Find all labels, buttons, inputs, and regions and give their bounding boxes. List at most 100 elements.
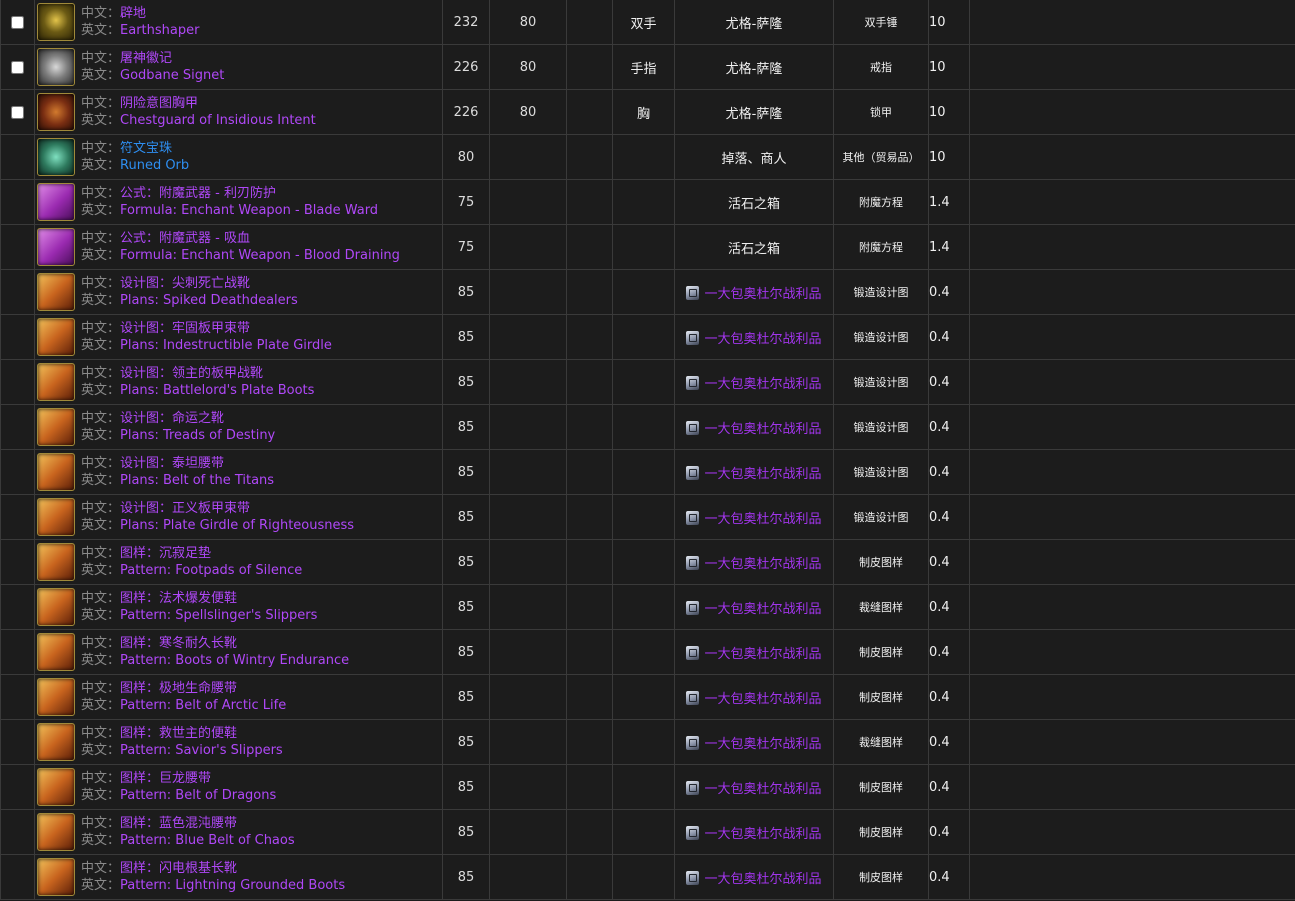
item-name-en[interactable]: Pattern: Boots of Wintry Endurance [120, 653, 349, 668]
drop-rate: 0.4 [928, 674, 970, 720]
item-name-cn[interactable]: 公式：附魔武器 - 吸血 [120, 231, 250, 246]
bag-icon [686, 690, 700, 705]
runed-orb-icon[interactable] [37, 138, 75, 176]
source-link[interactable]: 一大包奥杜尔战利品 [704, 737, 821, 752]
source-link[interactable]: 一大包奥杜尔战利品 [704, 377, 821, 392]
item-name-cn[interactable]: 图样：巨龙腰带 [120, 771, 211, 786]
item-name-en[interactable]: Plans: Plate Girdle of Righteousness [120, 518, 354, 533]
source-link[interactable]: 一大包奥杜尔战利品 [704, 512, 821, 527]
item-name-en[interactable]: Chestguard of Insidious Intent [120, 113, 316, 128]
pattern-icon[interactable] [37, 588, 75, 626]
item-name-cn[interactable]: 设计图：正义板甲束带 [120, 501, 250, 516]
item-name-cn[interactable]: 图样：极地生命腰带 [120, 681, 237, 696]
item-name-en[interactable]: Pattern: Lightning Grounded Boots [120, 878, 345, 893]
item-name-en[interactable]: Formula: Enchant Weapon - Blade Ward [120, 203, 378, 218]
drop-rate: 0.4 [928, 494, 970, 540]
item-name-cn[interactable]: 设计图：泰坦腰带 [120, 456, 224, 471]
cn-label: 中文： [81, 51, 121, 66]
plans-icon[interactable] [37, 273, 75, 311]
pattern-icon[interactable] [37, 678, 75, 716]
item-name-en[interactable]: Pattern: Belt of Arctic Life [120, 698, 286, 713]
item-slot [612, 854, 675, 900]
item-name-cn[interactable]: 图样：救世主的便鞋 [120, 726, 237, 741]
item-name-cn[interactable]: 图样：寒冬耐久长靴 [120, 636, 237, 651]
source-link[interactable]: 一大包奥杜尔战利品 [704, 287, 821, 302]
row-select-checkbox[interactable] [11, 15, 24, 29]
pattern-icon[interactable] [37, 813, 75, 851]
item-name-cn[interactable]: 阴险意图胸甲 [120, 96, 198, 111]
item-name-cn[interactable]: 符文宝珠 [120, 141, 172, 156]
item-name-en[interactable]: Earthshaper [120, 23, 199, 38]
item-name-en[interactable]: Pattern: Spellslinger's Slippers [120, 608, 317, 623]
pattern-icon[interactable] [37, 543, 75, 581]
item-name-cn[interactable]: 图样：闪电根基长靴 [120, 861, 237, 876]
source-link[interactable]: 一大包奥杜尔战利品 [704, 332, 821, 347]
earthshaper-mace-icon[interactable] [37, 3, 75, 41]
source-link[interactable]: 一大包奥杜尔战利品 [704, 602, 821, 617]
item-name-en[interactable]: Plans: Belt of the Titans [120, 473, 274, 488]
item-name-cn[interactable]: 屠神徽记 [120, 51, 172, 66]
source-link[interactable]: 一大包奥杜尔战利品 [704, 782, 821, 797]
table-row: 中文：设计图：泰坦腰带 英文：Plans: Belt of the Titans 8… [0, 449, 1295, 495]
bag-icon [686, 555, 700, 570]
source-link[interactable]: 一大包奥杜尔战利品 [704, 557, 821, 572]
item-name-en[interactable]: Plans: Indestructible Plate Girdle [120, 338, 332, 353]
ring-icon[interactable] [37, 48, 75, 86]
source-link[interactable]: 一大包奥杜尔战利品 [704, 467, 821, 482]
item-name-en[interactable]: Plans: Treads of Destiny [120, 428, 275, 443]
row-select-checkbox[interactable] [11, 60, 24, 74]
pattern-icon[interactable] [37, 858, 75, 896]
item-name-cn[interactable]: 设计图：领主的板甲战靴 [120, 366, 263, 381]
item-name-en[interactable]: Pattern: Blue Belt of Chaos [120, 833, 295, 848]
plans-icon[interactable] [37, 498, 75, 536]
pattern-icon[interactable] [37, 723, 75, 761]
item-name-en[interactable]: Pattern: Savior's Slippers [120, 743, 283, 758]
item-name-cell: 中文：图样：法术爆发便鞋 英文：Pattern: Spellslinger's S… [34, 584, 443, 630]
item-name-en[interactable]: Plans: Battlelord's Plate Boots [120, 383, 314, 398]
source-link[interactable]: 一大包奥杜尔战利品 [704, 422, 821, 437]
item-category: 戒指 [833, 44, 929, 90]
pattern-icon[interactable] [37, 633, 75, 671]
item-name-en[interactable]: Formula: Enchant Weapon - Blood Draining [120, 248, 400, 263]
item-name-cn[interactable]: 设计图：牢固板甲束带 [120, 321, 250, 336]
pattern-icon[interactable] [37, 768, 75, 806]
formula-icon[interactable] [37, 228, 75, 266]
row-select-checkbox[interactable] [11, 105, 24, 119]
item-name-en[interactable]: Plans: Spiked Deathdealers [120, 293, 298, 308]
source-link[interactable]: 一大包奥杜尔战利品 [704, 872, 821, 887]
select-cell [0, 179, 35, 225]
item-name-cell: 中文：辟地 英文：Earthshaper [34, 0, 443, 45]
drop-rate: 1.4 [928, 179, 970, 225]
source-link[interactable]: 一大包奥杜尔战利品 [704, 692, 821, 707]
en-label: 英文： [81, 383, 121, 398]
item-name-cn[interactable]: 设计图：命运之靴 [120, 411, 224, 426]
empty-cell [566, 44, 613, 90]
plans-icon[interactable] [37, 408, 75, 446]
item-name-en[interactable]: Pattern: Belt of Dragons [120, 788, 276, 803]
item-name-cn[interactable]: 图样：沉寂足垫 [120, 546, 211, 561]
item-name-en[interactable]: Pattern: Footpads of Silence [120, 563, 302, 578]
cn-label: 中文： [81, 726, 121, 741]
item-name-cell: 中文：图样：救世主的便鞋 英文：Pattern: Savior's Slipper… [34, 719, 443, 765]
plans-icon[interactable] [37, 453, 75, 491]
item-name-cn[interactable]: 图样：蓝色混沌腰带 [120, 816, 237, 831]
plans-icon[interactable] [37, 318, 75, 356]
item-name-en[interactable]: Godbane Signet [120, 68, 224, 83]
plans-icon[interactable] [37, 363, 75, 401]
formula-icon[interactable] [37, 183, 75, 221]
item-level: 85 [442, 674, 490, 720]
item-name-cn[interactable]: 辟地 [120, 6, 146, 21]
item-level: 232 [442, 0, 490, 45]
required-level: 80 [489, 89, 567, 135]
item-name-cn[interactable]: 图样：法术爆发便鞋 [120, 591, 237, 606]
source-link[interactable]: 一大包奥杜尔战利品 [704, 647, 821, 662]
item-name-en[interactable]: Runed Orb [120, 158, 189, 173]
item-name-cn[interactable]: 公式：附魔武器 - 利刃防护 [120, 186, 276, 201]
select-cell [0, 404, 35, 450]
source-link[interactable]: 一大包奥杜尔战利品 [704, 827, 821, 842]
item-name-cn[interactable]: 设计图：尖刺死亡战靴 [120, 276, 250, 291]
empty-cell [969, 674, 1295, 720]
required-level [489, 269, 567, 315]
item-category: 锻造设计图 [833, 269, 929, 315]
chestguard-icon[interactable] [37, 93, 75, 131]
